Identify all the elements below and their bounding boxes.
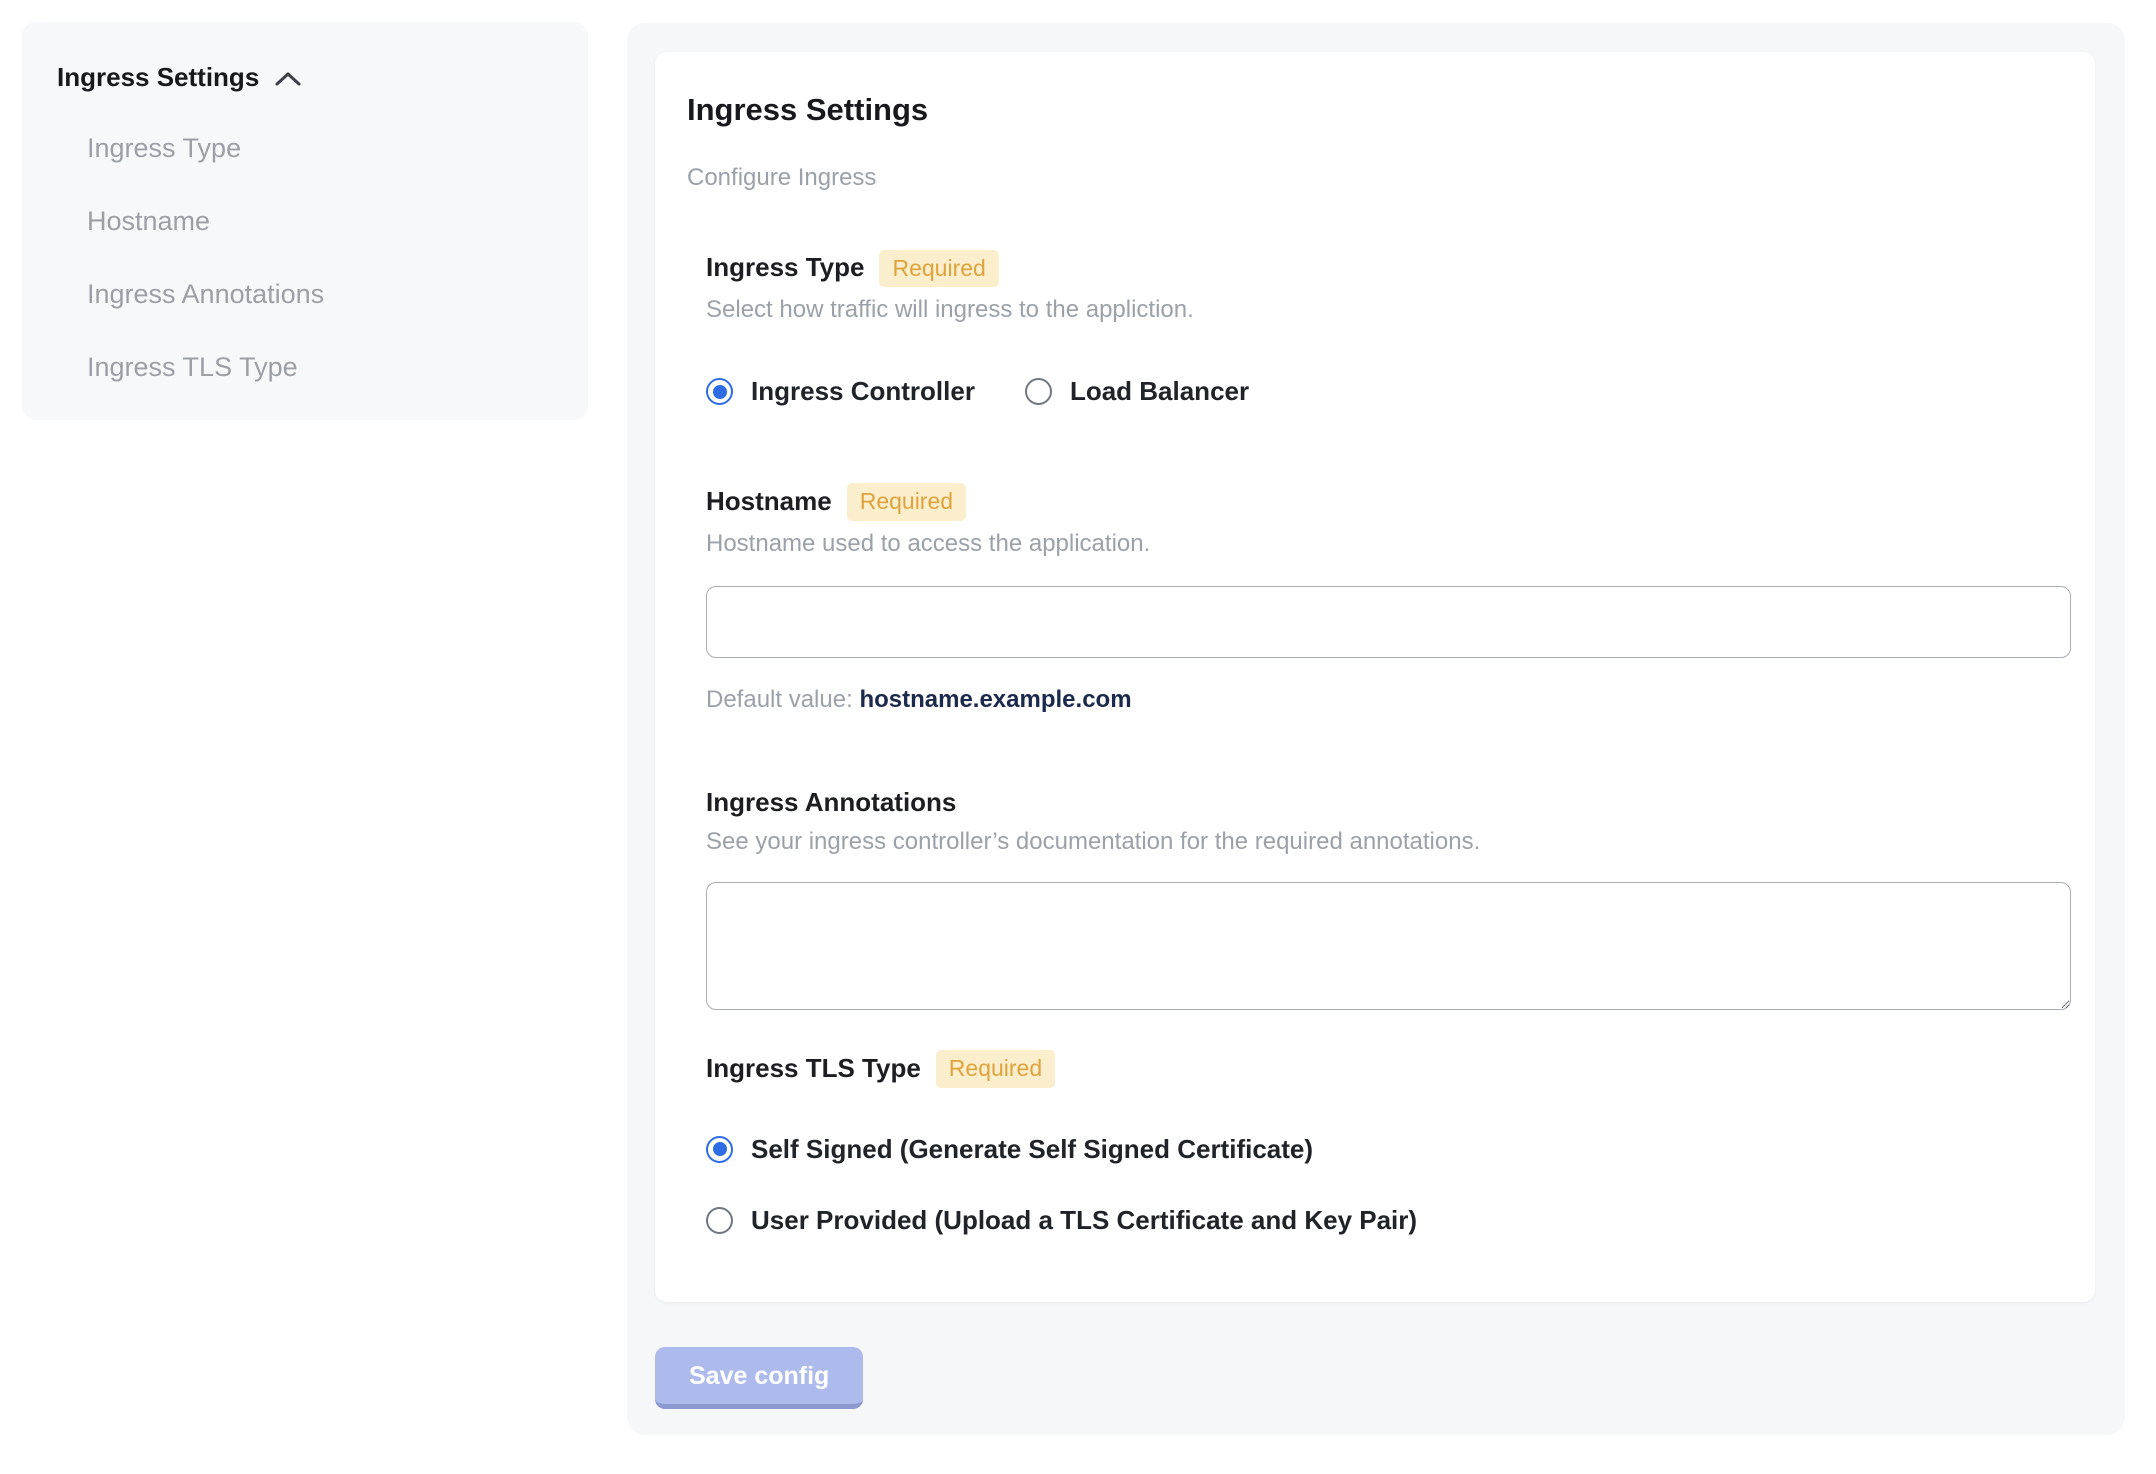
ingress-settings-panel: Ingress Settings Configure Ingress Ingre… [627, 23, 2125, 1435]
annotations-heading: Ingress Annotations [706, 786, 957, 817]
section-hostname: Hostname Required Hostname used to acces… [706, 483, 2071, 714]
radio-label: Self Signed (Generate Self Signed Certif… [751, 1133, 1314, 1164]
save-row: Save config [655, 1347, 2095, 1409]
sidebar-section-label: Ingress Settings [57, 62, 260, 92]
settings-sidebar: Ingress Settings Ingress Type Hostname I… [22, 22, 588, 420]
hostname-default-line: Default value: hostname.example.com [706, 686, 2055, 714]
radio-icon[interactable] [706, 1135, 733, 1163]
default-value: hostname.example.com [859, 685, 1132, 713]
ingress-type-options: Ingress Controller Load Balancer [706, 376, 2055, 407]
tls-type-options: Self Signed (Generate Self Signed Certif… [706, 1134, 2055, 1236]
radio-self-signed[interactable]: Self Signed (Generate Self Signed Certif… [706, 1134, 2055, 1165]
chevron-up-icon[interactable] [275, 71, 301, 87]
annotations-helper: See your ingress controller’s documentat… [706, 828, 1481, 856]
default-value-label: Default value: [706, 685, 853, 713]
ingress-type-helper: Select how traffic will ingress to the a… [706, 296, 1194, 324]
radio-label: Load Balancer [1069, 376, 1250, 407]
section-ingress-annotations: Ingress Annotations See your ingress con… [706, 786, 2071, 1011]
save-config-button[interactable]: Save config [655, 1347, 864, 1409]
page-subtitle: Configure Ingress [687, 163, 877, 191]
sidebar-item-list: Ingress Type Hostname Ingress Annotation… [57, 133, 554, 383]
section-ingress-type: Ingress Type Required Select how traffic… [706, 249, 2055, 407]
radio-icon[interactable] [706, 378, 733, 406]
radio-label: Ingress Controller [751, 376, 975, 407]
radio-icon[interactable] [1024, 378, 1052, 406]
tls-type-heading: Ingress TLS Type [706, 1053, 921, 1084]
hostname-heading: Hostname [706, 485, 832, 516]
radio-icon[interactable] [706, 1206, 733, 1234]
required-badge: Required [935, 1050, 1056, 1088]
ingress-type-heading: Ingress Type [706, 252, 865, 283]
section-ingress-tls-type: Ingress TLS Type Required Self Signed (G… [706, 1050, 2055, 1235]
radio-label: User Provided (Upload a TLS Certificate … [751, 1204, 1418, 1235]
sidebar-item-ingress-tls-type[interactable]: Ingress TLS Type [57, 352, 554, 383]
sidebar-section-ingress-settings[interactable]: Ingress Settings [57, 62, 554, 93]
ingress-settings-card: Ingress Settings Configure Ingress Ingre… [655, 52, 2095, 1302]
radio-user-provided[interactable]: User Provided (Upload a TLS Certificate … [706, 1205, 2055, 1236]
sidebar-item-ingress-annotations[interactable]: Ingress Annotations [57, 279, 554, 310]
hostname-input[interactable] [706, 585, 2071, 658]
sidebar-item-hostname[interactable]: Hostname [57, 206, 554, 237]
page-title: Ingress Settings [687, 92, 929, 127]
radio-ingress-controller[interactable]: Ingress Controller [706, 376, 975, 407]
hostname-helper: Hostname used to access the application. [706, 529, 1151, 557]
annotations-textarea[interactable] [706, 882, 2071, 1011]
sidebar-item-ingress-type[interactable]: Ingress Type [57, 133, 554, 164]
required-badge: Required [879, 249, 999, 288]
required-badge: Required [846, 483, 967, 521]
radio-load-balancer[interactable]: Load Balancer [1024, 376, 1250, 407]
